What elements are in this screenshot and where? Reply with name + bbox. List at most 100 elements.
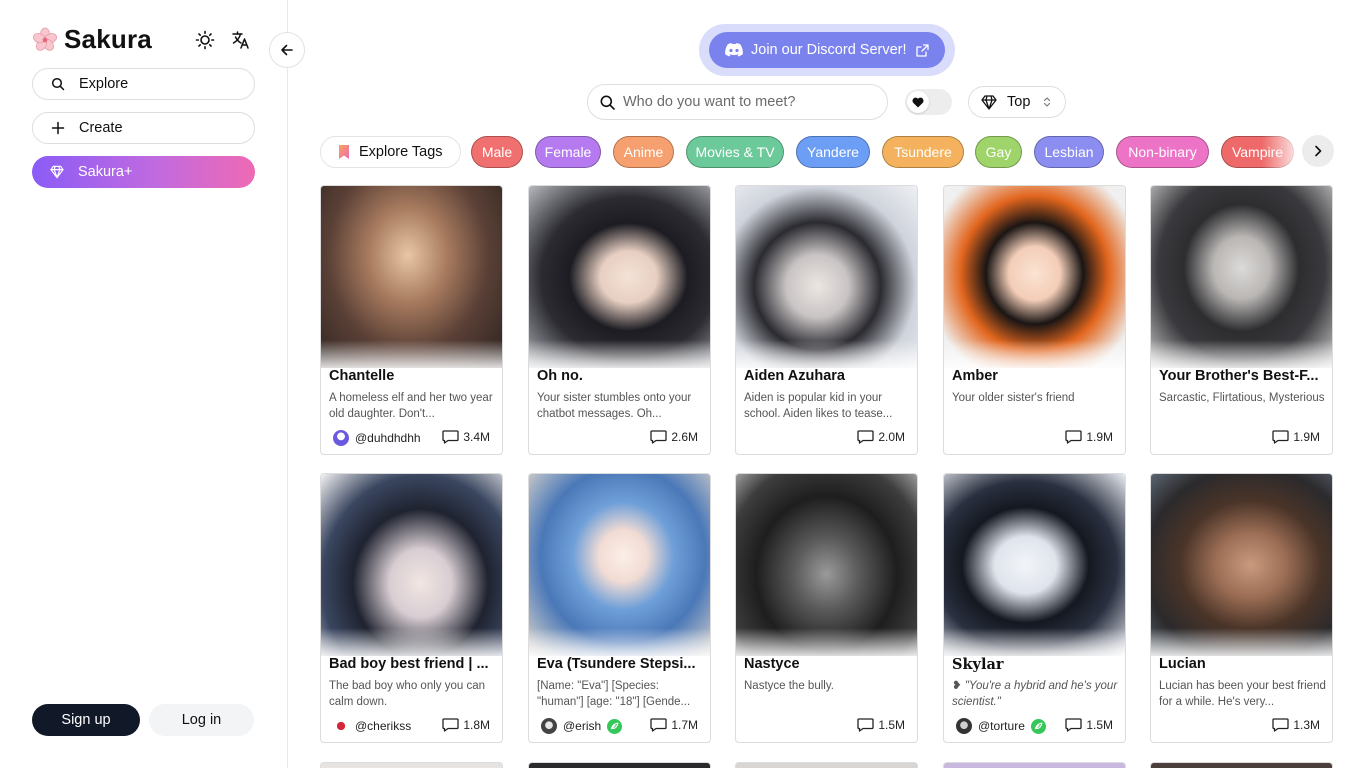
- arrow-left-icon: [281, 44, 293, 56]
- character-card[interactable]: Chantelle A homeless elf and her two yea…: [320, 185, 503, 455]
- theme-toggle-button[interactable]: [192, 27, 218, 53]
- chat-count: 1.9M: [1272, 430, 1320, 444]
- chat-bubble-icon: [857, 718, 874, 732]
- character-name: Oh no.: [537, 368, 583, 384]
- character-card[interactable]: Amber Your older sister's friend 1.9M: [943, 185, 1126, 455]
- search-bar[interactable]: [587, 84, 888, 120]
- character-card[interactable]: Your Brother's Best-F... Sarcastic, Flir…: [1150, 185, 1333, 455]
- character-description: Your older sister's friend: [952, 392, 1075, 404]
- character-card[interactable]: Skylar ❥ "You're a hybrid and he's your …: [943, 473, 1126, 743]
- tag-female[interactable]: Female: [535, 136, 601, 168]
- chat-count: 1.8M: [442, 718, 490, 732]
- character-image: [1151, 474, 1332, 656]
- translate-icon: [232, 31, 249, 49]
- sidebar-item-create[interactable]: Create: [32, 112, 255, 144]
- character-description: Your sister stumbles onto your chatbot m…: [537, 392, 692, 420]
- search-input[interactable]: [623, 94, 863, 110]
- character-card[interactable]: Lucian Lucian has been your best friend …: [1150, 473, 1333, 743]
- chat-count: 1.5M: [857, 718, 905, 732]
- sakura-flower-icon: [33, 27, 57, 51]
- sidebar-item-sakura-plus[interactable]: Sakura+: [32, 156, 255, 188]
- character-description: Lucian has been your best friend for a w…: [1159, 680, 1326, 708]
- tag-yandere[interactable]: Yandere: [796, 136, 870, 168]
- character-description: Aiden is popular kid in your school. Aid…: [744, 392, 893, 420]
- character-card[interactable]: Oh no. Your sister stumbles onto your ch…: [528, 185, 711, 455]
- tag-label: Movies & TV: [695, 144, 775, 160]
- character-description: The bad boy who only you can calm down.: [329, 680, 485, 708]
- chat-bubble-icon: [442, 718, 459, 732]
- tag-gay[interactable]: Gay: [975, 136, 1022, 168]
- character-description: [Name: "Eva"] [Species: "human"] [age: "…: [537, 680, 691, 708]
- chevron-right-icon: [1315, 145, 1322, 157]
- chat-count-value: 2.6M: [671, 430, 698, 444]
- log-in-button[interactable]: Log in: [149, 704, 254, 736]
- chat-bubble-icon: [650, 430, 667, 444]
- tag-non-binary[interactable]: Non-binary: [1116, 136, 1209, 168]
- character-card[interactable]: [735, 762, 918, 768]
- verified-badge-icon: [1030, 718, 1046, 734]
- character-image: [944, 186, 1125, 368]
- character-image: [944, 474, 1125, 656]
- character-author[interactable]: @torture: [956, 718, 1046, 734]
- character-description: Sarcastic, Flirtatious, Mysterious: [1159, 392, 1325, 404]
- favorites-toggle[interactable]: [905, 89, 952, 115]
- language-button[interactable]: [228, 27, 254, 53]
- discord-join-button[interactable]: Join our Discord Server!: [709, 32, 945, 68]
- chat-bubble-icon: [857, 430, 874, 444]
- character-card[interactable]: [320, 762, 503, 768]
- sidebar-item-label: Create: [79, 120, 123, 136]
- chat-count-value: 1.5M: [1086, 718, 1113, 732]
- brand[interactable]: Sakura: [32, 24, 152, 55]
- character-card[interactable]: Eva (Tsundere Stepsi... [Name: "Eva"] [S…: [528, 473, 711, 743]
- tag-anime[interactable]: Anime: [613, 136, 674, 168]
- chat-count-value: 1.5M: [878, 718, 905, 732]
- tag-male[interactable]: Male: [471, 136, 523, 168]
- character-name: Bad boy best friend | ...: [329, 656, 489, 672]
- bookmark-icon: [339, 145, 349, 159]
- character-author[interactable]: @duhdhdhh: [333, 430, 421, 446]
- external-link-icon: [916, 43, 929, 57]
- character-author[interactable]: @erish: [541, 718, 623, 734]
- tag-label: Female: [544, 144, 592, 160]
- sidebar-item-explore[interactable]: Explore: [32, 68, 255, 100]
- character-author[interactable]: @cherikss: [333, 718, 411, 734]
- sort-select[interactable]: Top: [968, 86, 1066, 118]
- chat-count-value: 1.9M: [1086, 430, 1113, 444]
- collapse-sidebar-button[interactable]: [269, 32, 305, 68]
- character-card[interactable]: [943, 762, 1126, 768]
- character-description: A homeless elf and her two year old daug…: [329, 392, 493, 420]
- explore-tags-button[interactable]: Explore Tags: [320, 136, 461, 168]
- chat-count-value: 1.9M: [1293, 430, 1320, 444]
- character-card[interactable]: Nastyce Nastyce the bully. 1.5M: [735, 473, 918, 743]
- chat-count: 2.0M: [857, 430, 905, 444]
- favorites-toggle-knob: [907, 91, 929, 113]
- character-name: Lucian: [1159, 656, 1206, 672]
- character-description: Nastyce the bully.: [744, 680, 834, 692]
- sign-up-button[interactable]: Sign up: [32, 704, 140, 736]
- author-handle: @duhdhdhh: [355, 431, 421, 445]
- chat-count: 2.6M: [650, 430, 698, 444]
- tag-tsundere[interactable]: Tsundere: [882, 136, 964, 168]
- search-icon: [51, 77, 65, 91]
- tag-lesbian[interactable]: Lesbian: [1034, 136, 1104, 168]
- avatar: [956, 718, 972, 734]
- tags-scroll-right-button[interactable]: [1302, 135, 1334, 167]
- tag-label: Gay: [985, 144, 1012, 160]
- character-name: Amber: [952, 368, 998, 384]
- discord-join-label: Join our Discord Server!: [751, 42, 907, 58]
- sort-value: Top: [1007, 94, 1031, 110]
- chat-bubble-icon: [1065, 430, 1082, 444]
- character-name: Skylar: [952, 656, 1004, 673]
- character-name: Nastyce: [744, 656, 800, 672]
- chat-count-value: 2.0M: [878, 430, 905, 444]
- character-card[interactable]: [528, 762, 711, 768]
- character-card[interactable]: [1150, 762, 1333, 768]
- author-handle: @erish: [563, 719, 602, 733]
- plus-icon: [51, 121, 65, 135]
- tag-movies-tv[interactable]: Movies & TV: [686, 136, 784, 168]
- character-card[interactable]: Aiden Azuhara Aiden is popular kid in yo…: [735, 185, 918, 455]
- character-card[interactable]: Bad boy best friend | ... The bad boy wh…: [320, 473, 503, 743]
- sidebar-item-label: Sakura+: [78, 164, 133, 180]
- character-image: [321, 186, 502, 368]
- chat-count: 3.4M: [442, 430, 490, 444]
